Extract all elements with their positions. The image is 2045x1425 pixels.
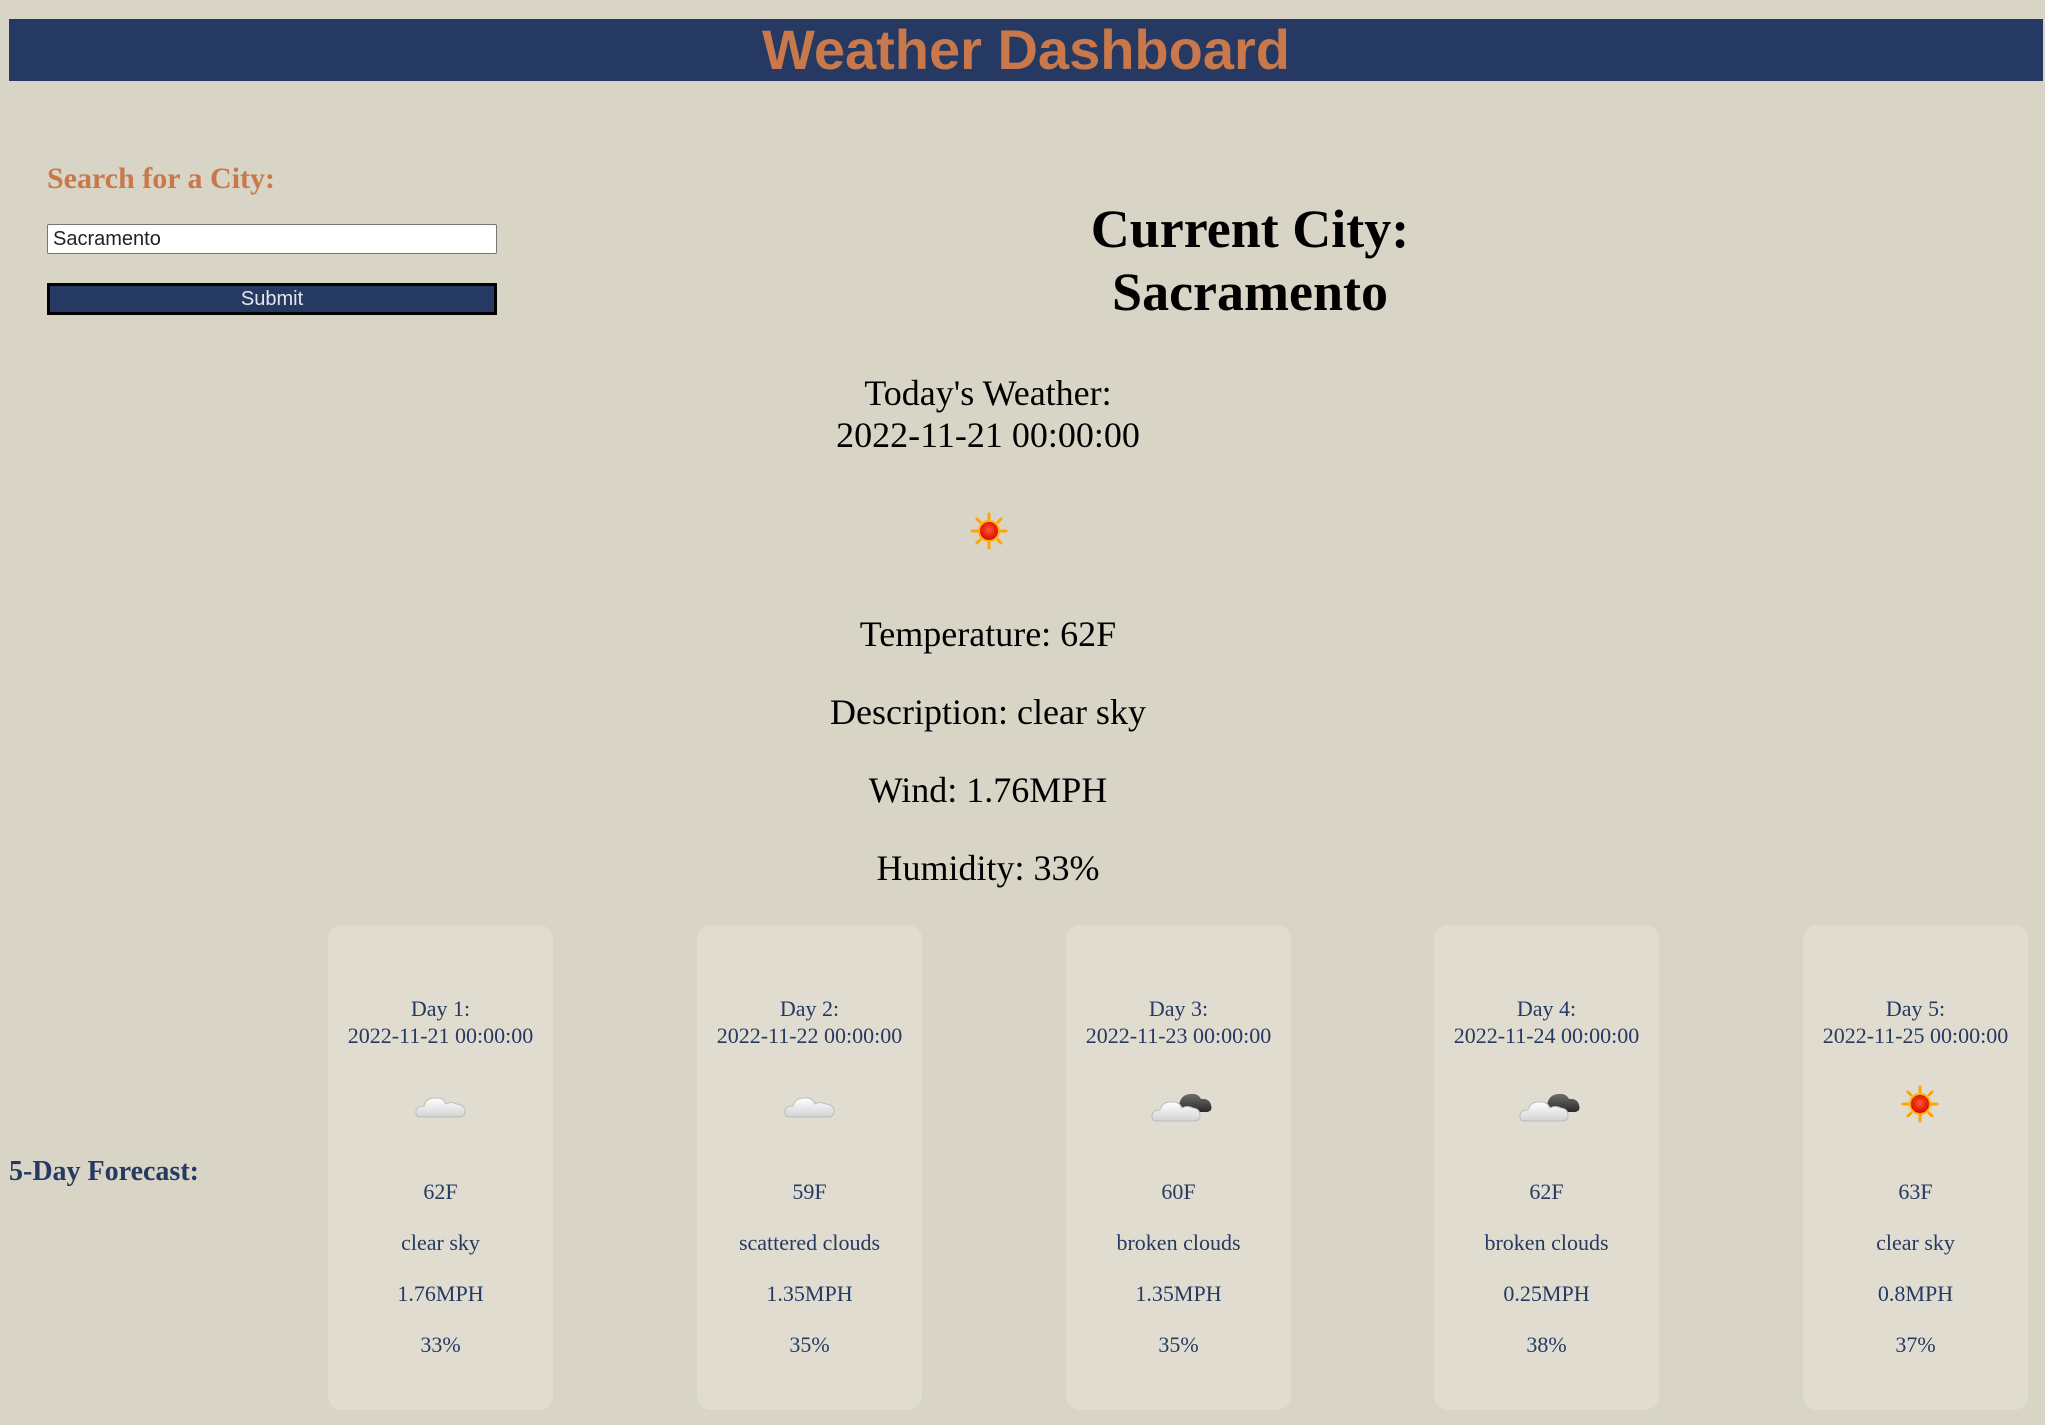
forecast-day-label: Day 1: bbox=[410, 996, 471, 1021]
forecast-day-heading: Day 2: 2022-11-22 00:00:00 bbox=[697, 995, 922, 1049]
forecast-day-heading: Day 5: 2022-11-25 00:00:00 bbox=[1803, 995, 2028, 1049]
forecast-label: 5-Day Forecast: bbox=[9, 1156, 199, 1187]
app-header: Weather Dashboard bbox=[9, 19, 2043, 81]
forecast-description: clear sky bbox=[401, 1230, 480, 1255]
forecast-day-label: Day 2: bbox=[779, 996, 840, 1021]
forecast-day-heading: Day 3: 2022-11-23 00:00:00 bbox=[1066, 995, 1291, 1049]
broken-clouds-icon bbox=[1151, 1085, 1212, 1125]
forecast-temperature: 62F bbox=[423, 1179, 458, 1204]
forecast-temperature: 59F bbox=[792, 1179, 827, 1204]
current-wind: Wind: 1.76MPH bbox=[868, 770, 1108, 810]
current-city-heading: Current City: Sacramento bbox=[950, 198, 1550, 324]
forecast-day-date: 2022-11-22 00:00:00 bbox=[716, 1023, 903, 1048]
forecast-day-label: Day 3: bbox=[1148, 996, 1209, 1021]
forecast-card-day-3: Day 3: 2022-11-23 00:00:00 60F broken cloud… bbox=[1066, 925, 1291, 1410]
current-city-name: Sacramento bbox=[1112, 262, 1388, 322]
forecast-wind: 1.76MPH bbox=[397, 1281, 484, 1306]
forecast-humidity: 38% bbox=[1526, 1332, 1567, 1357]
forecast-temperature: 62F bbox=[1529, 1179, 1564, 1204]
forecast-day-label: Day 4: bbox=[1516, 996, 1577, 1021]
forecast-day-date: 2022-11-25 00:00:00 bbox=[1822, 1023, 2009, 1048]
forecast-card-day-2: Day 2: 2022-11-22 00:00:00 59F scattered cl… bbox=[697, 925, 922, 1410]
forecast-description: scattered clouds bbox=[738, 1230, 881, 1255]
forecast-card-day-4: Day 4: 2022-11-24 00:00:00 62F broken cloud… bbox=[1434, 925, 1659, 1410]
city-search-input[interactable] bbox=[47, 224, 497, 254]
forecast-description: broken clouds bbox=[1484, 1230, 1609, 1255]
forecast-humidity: 33% bbox=[420, 1332, 461, 1357]
current-description: Description: clear sky bbox=[830, 692, 1146, 732]
forecast-day-date: 2022-11-21 00:00:00 bbox=[347, 1023, 534, 1048]
forecast-card-day-5: Day 5: 2022-11-25 00:00:00 63F clear sky 0.8… bbox=[1803, 925, 2028, 1410]
forecast-wind: 1.35MPH bbox=[766, 1281, 853, 1306]
cloud-icon bbox=[782, 1085, 838, 1125]
current-city-label: Current City: bbox=[1090, 199, 1410, 259]
forecast-card-day-1: Day 1: 2022-11-21 00:00:00 62F clear sky 1.7… bbox=[328, 925, 553, 1410]
forecast-humidity: 35% bbox=[789, 1332, 830, 1357]
submit-button[interactable]: Submit bbox=[47, 283, 497, 315]
forecast-description: clear sky bbox=[1876, 1230, 1955, 1255]
forecast-wind: 0.8MPH bbox=[1877, 1281, 1954, 1306]
sun-icon bbox=[1888, 1085, 1944, 1125]
forecast-description: broken clouds bbox=[1116, 1230, 1241, 1255]
current-humidity: Humidity: 33% bbox=[876, 848, 1100, 888]
forecast-day-date: 2022-11-24 00:00:00 bbox=[1453, 1023, 1640, 1048]
forecast-day-label: Day 5: bbox=[1885, 996, 1946, 1021]
forecast-wind: 0.25MPH bbox=[1503, 1281, 1590, 1306]
forecast-humidity: 35% bbox=[1158, 1332, 1199, 1357]
forecast-day-heading: Day 4: 2022-11-24 00:00:00 bbox=[1434, 995, 1659, 1049]
forecast-day-date: 2022-11-23 00:00:00 bbox=[1085, 1023, 1272, 1048]
todays-weather-datetime: 2022-11-21 00:00:00 bbox=[836, 415, 1140, 455]
cloud-icon bbox=[413, 1085, 469, 1125]
forecast-day-heading: Day 1: 2022-11-21 00:00:00 bbox=[328, 995, 553, 1049]
forecast-temperature: 60F bbox=[1161, 1179, 1196, 1204]
broken-clouds-icon bbox=[1519, 1085, 1580, 1125]
sun-icon bbox=[969, 512, 1009, 550]
forecast-wind: 1.35MPH bbox=[1135, 1281, 1222, 1306]
todays-weather-heading: Today's Weather: 2022-11-21 00:00:00 bbox=[788, 372, 1188, 456]
forecast-humidity: 37% bbox=[1895, 1332, 1936, 1357]
search-label: Search for a City: bbox=[47, 162, 276, 195]
current-temperature: Temperature: 62F bbox=[859, 614, 1117, 654]
forecast-temperature: 63F bbox=[1898, 1179, 1933, 1204]
todays-weather-label: Today's Weather: bbox=[864, 373, 1112, 413]
page-title: Weather Dashboard bbox=[762, 18, 1290, 81]
